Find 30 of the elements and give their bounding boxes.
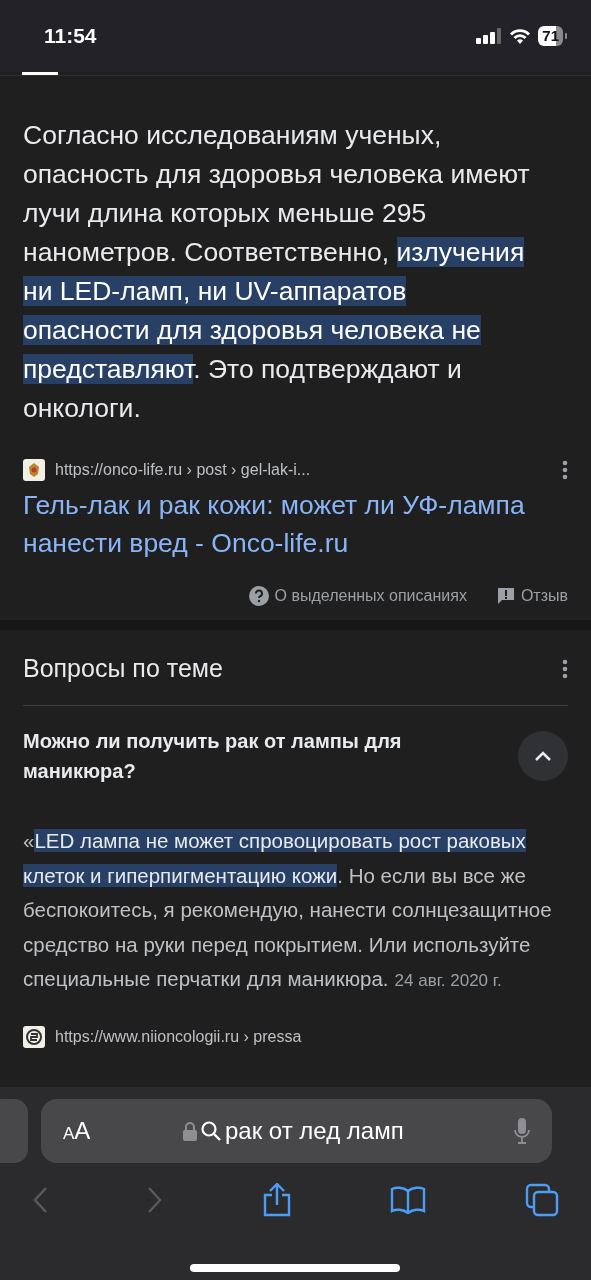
snippet-paragraph: Согласно исследованиям ученых, опасность для здоровья человека имеют лучи длина которых меньше 295 нанометров. Соответственно, излучения ни LED-ламп, ни UV-аппаратов опасности для здоровья человека не представляют. Это подтверждают и онкологи. <box>23 119 531 425</box>
site-favicon <box>23 1025 45 1048</box>
tab-indicator <box>22 72 58 75</box>
text-size-button[interactable]: AA <box>63 1117 183 1145</box>
question-text[interactable]: Можно ли получить рак от лампы для маникюра? <box>23 726 473 786</box>
search-icon <box>200 1120 222 1142</box>
bookmarks-icon[interactable] <box>390 1186 427 1214</box>
wifi-icon <box>509 28 532 44</box>
expand-button[interactable] <box>518 731 568 781</box>
chevron-up-icon <box>534 750 552 762</box>
section-heading: Вопросы по теме <box>23 654 223 683</box>
search-query[interactable]: рак от лед ламп <box>225 1117 404 1145</box>
tabs-icon[interactable] <box>525 1183 559 1217</box>
lock-icon <box>183 1121 197 1141</box>
about-featured-link[interactable]: О выделенных описаниях <box>274 587 467 605</box>
microphone-icon[interactable] <box>514 1118 530 1144</box>
site-favicon <box>23 459 45 481</box>
more-icon[interactable] <box>562 658 568 679</box>
more-icon[interactable] <box>562 460 568 480</box>
feedback-icon[interactable] <box>496 587 515 605</box>
feedback-link[interactable]: Отзыв <box>520 587 568 605</box>
clock-time: 11:54 <box>44 24 98 48</box>
address-bar[interactable]: AA рак от лед ламп <box>41 1099 552 1163</box>
source-url[interactable]: https://www.niioncologii.ru › pressa <box>55 1027 568 1046</box>
result-title-link[interactable]: Гель-лак и рак кожи: может ли УФ-лампа нанести вред - Onco-life.ru <box>23 486 568 562</box>
help-icon[interactable] <box>248 586 269 606</box>
share-icon[interactable] <box>261 1183 292 1217</box>
source-url[interactable]: https://onco-life.ru › post › gel-lak-i... <box>55 461 552 479</box>
signal-icon <box>476 28 503 44</box>
answer-paragraph: «LED лампа не может спровоцировать рост раковых клеток и гиперпигментацию кожи. Но если вы все же беспокоитесь, я рекомендую, нанести солнцезащитное средство на руки перед покрытием. Или используйте специальные перчатки для маникюра. 24 авг. 2020 г. <box>23 828 553 992</box>
